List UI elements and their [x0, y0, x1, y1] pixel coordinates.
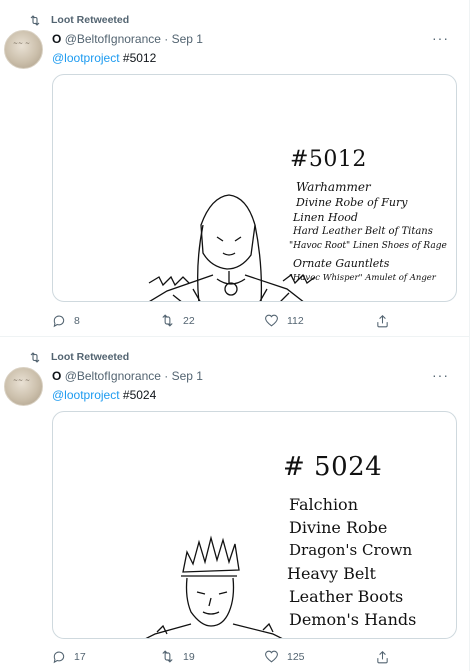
tweet-date[interactable]: Sep 1: [172, 369, 203, 383]
art-item: Linen Hood: [293, 211, 358, 224]
avatar[interactable]: ~~ ~: [4, 367, 43, 406]
display-name[interactable]: O: [52, 369, 61, 383]
retweet-button[interactable]: 19: [160, 650, 195, 663]
user-handle[interactable]: @BeltofIgnorance: [65, 369, 161, 383]
mention-link[interactable]: @lootproject: [52, 388, 120, 402]
retweeted-label: Loot Retweeted: [51, 14, 130, 26]
reply-button[interactable]: 17: [52, 650, 86, 664]
tweet-text: @lootproject #5024: [52, 388, 156, 402]
like-button[interactable]: 112: [264, 314, 304, 327]
retweet-icon: [29, 351, 41, 363]
art-item: Falchion: [289, 495, 358, 514]
art-number: # 5024: [283, 452, 383, 482]
art-number: #5012: [290, 147, 367, 172]
tweet-text: @lootproject #5012: [52, 51, 156, 65]
art-item: "Havoc Root" Linen Shoes of Rage: [289, 241, 447, 251]
tweet-header: O @BeltofIgnorance · Sep 1: [52, 32, 203, 46]
like-icon: [264, 314, 279, 327]
retweet-button[interactable]: 22: [160, 314, 195, 327]
retweet-count: 22: [183, 314, 195, 327]
art-item: Dragon's Crown: [289, 541, 413, 559]
retweeted-indicator: Loot Retweeted: [29, 14, 129, 26]
warrior-illustration: [148, 194, 316, 301]
reply-icon: [52, 314, 66, 328]
separator-dot: ·: [164, 369, 169, 383]
art-item: Divine Robe: [289, 518, 388, 537]
avatar[interactable]: ~~ ~: [4, 30, 43, 69]
retweet-icon: [29, 14, 41, 26]
art-item: "Havoc Whisper" Amulet of Anger: [289, 273, 436, 283]
tweet-body: #5012: [122, 51, 157, 65]
reply-count: 8: [74, 315, 80, 327]
tweet-image[interactable]: # 5024 Falchion Divine Robe Dragon's Cro…: [52, 411, 457, 639]
art-item: Heavy Belt: [287, 564, 376, 583]
art-item: Ornate Gauntlets: [293, 257, 390, 270]
tweet-actions: 17 19 125: [52, 650, 452, 666]
more-icon[interactable]: ···: [432, 367, 449, 383]
share-icon: [376, 650, 389, 664]
art-item: Divine Robe of Fury: [296, 196, 408, 209]
display-name[interactable]: O: [52, 32, 61, 46]
tweet-actions: 8 22 112: [52, 314, 452, 330]
tweet-image[interactable]: #5012 Warhammer Divine Robe of Fury Line…: [52, 74, 457, 302]
separator-dot: ·: [164, 32, 169, 46]
art-item: Hard Leather Belt of Titans: [293, 226, 433, 237]
retweet-icon: [160, 314, 175, 327]
reply-button[interactable]: 8: [52, 314, 80, 328]
like-icon: [264, 650, 279, 663]
more-icon[interactable]: ···: [432, 30, 449, 46]
retweet-count: 19: [183, 650, 195, 663]
art-item: Leather Boots: [289, 587, 404, 606]
tweet-body: #5024: [122, 388, 157, 402]
retweet-icon: [160, 650, 175, 663]
tweet-date[interactable]: Sep 1: [172, 32, 203, 46]
user-handle[interactable]: @BeltofIgnorance: [65, 32, 161, 46]
like-button[interactable]: 125: [264, 650, 305, 663]
art-item: Warhammer: [296, 180, 371, 194]
retweeted-label: Loot Retweeted: [51, 351, 130, 363]
tweet-header: O @BeltofIgnorance · Sep 1: [52, 369, 203, 383]
mention-link[interactable]: @lootproject: [52, 51, 120, 65]
reply-count: 17: [74, 651, 86, 663]
tweet[interactable]: Loot Retweeted ~~ ~ O @BeltofIgnorance ·…: [0, 0, 470, 336]
share-icon: [376, 314, 389, 328]
share-button[interactable]: [376, 650, 389, 664]
reply-icon: [52, 650, 66, 664]
like-count: 125: [287, 650, 305, 663]
tweet[interactable]: Loot Retweeted ~~ ~ O @BeltofIgnorance ·…: [0, 336, 470, 671]
art-item: Demon's Hands: [289, 610, 417, 629]
like-count: 112: [287, 314, 304, 327]
share-button[interactable]: [376, 314, 389, 328]
retweeted-indicator: Loot Retweeted: [29, 351, 129, 363]
